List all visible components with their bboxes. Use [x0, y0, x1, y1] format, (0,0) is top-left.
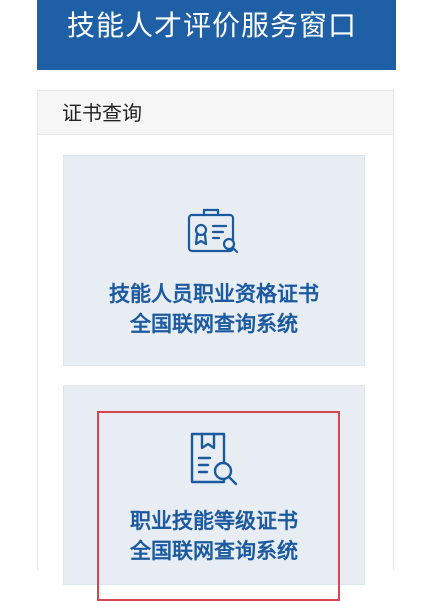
card-label-line2: 全国联网查询系统 — [130, 539, 298, 563]
skill-level-certificate-query-card[interactable]: 职业技能等级证书 全国联网查询系统 — [63, 385, 365, 601]
card-label: 职业技能等级证书 全国联网查询系统 — [64, 506, 364, 566]
panel-title: 证书查询 — [62, 101, 142, 125]
panel-header: 证书查询 — [38, 90, 393, 135]
certificate-query-panel: 证书查询 技能人员职业资格证书 全国联网查询系统 职业技能等级证书 全国联网查询… — [37, 90, 394, 601]
card-label: 技能人员职业资格证书 全国联网查询系统 — [64, 279, 364, 339]
document-search-icon — [190, 432, 238, 486]
page-title: 技能人才评价服务窗口 — [67, 9, 358, 42]
card-label-line2: 全国联网查询系统 — [130, 312, 298, 336]
header-banner: 技能人才评价服务窗口 — [37, 0, 396, 70]
card-label-line1: 技能人员职业资格证书 — [109, 282, 319, 306]
card-label-line1: 职业技能等级证书 — [130, 509, 298, 533]
certificate-badge-icon — [187, 208, 239, 254]
vocational-qualification-certificate-query-card[interactable]: 技能人员职业资格证书 全国联网查询系统 — [63, 155, 365, 366]
